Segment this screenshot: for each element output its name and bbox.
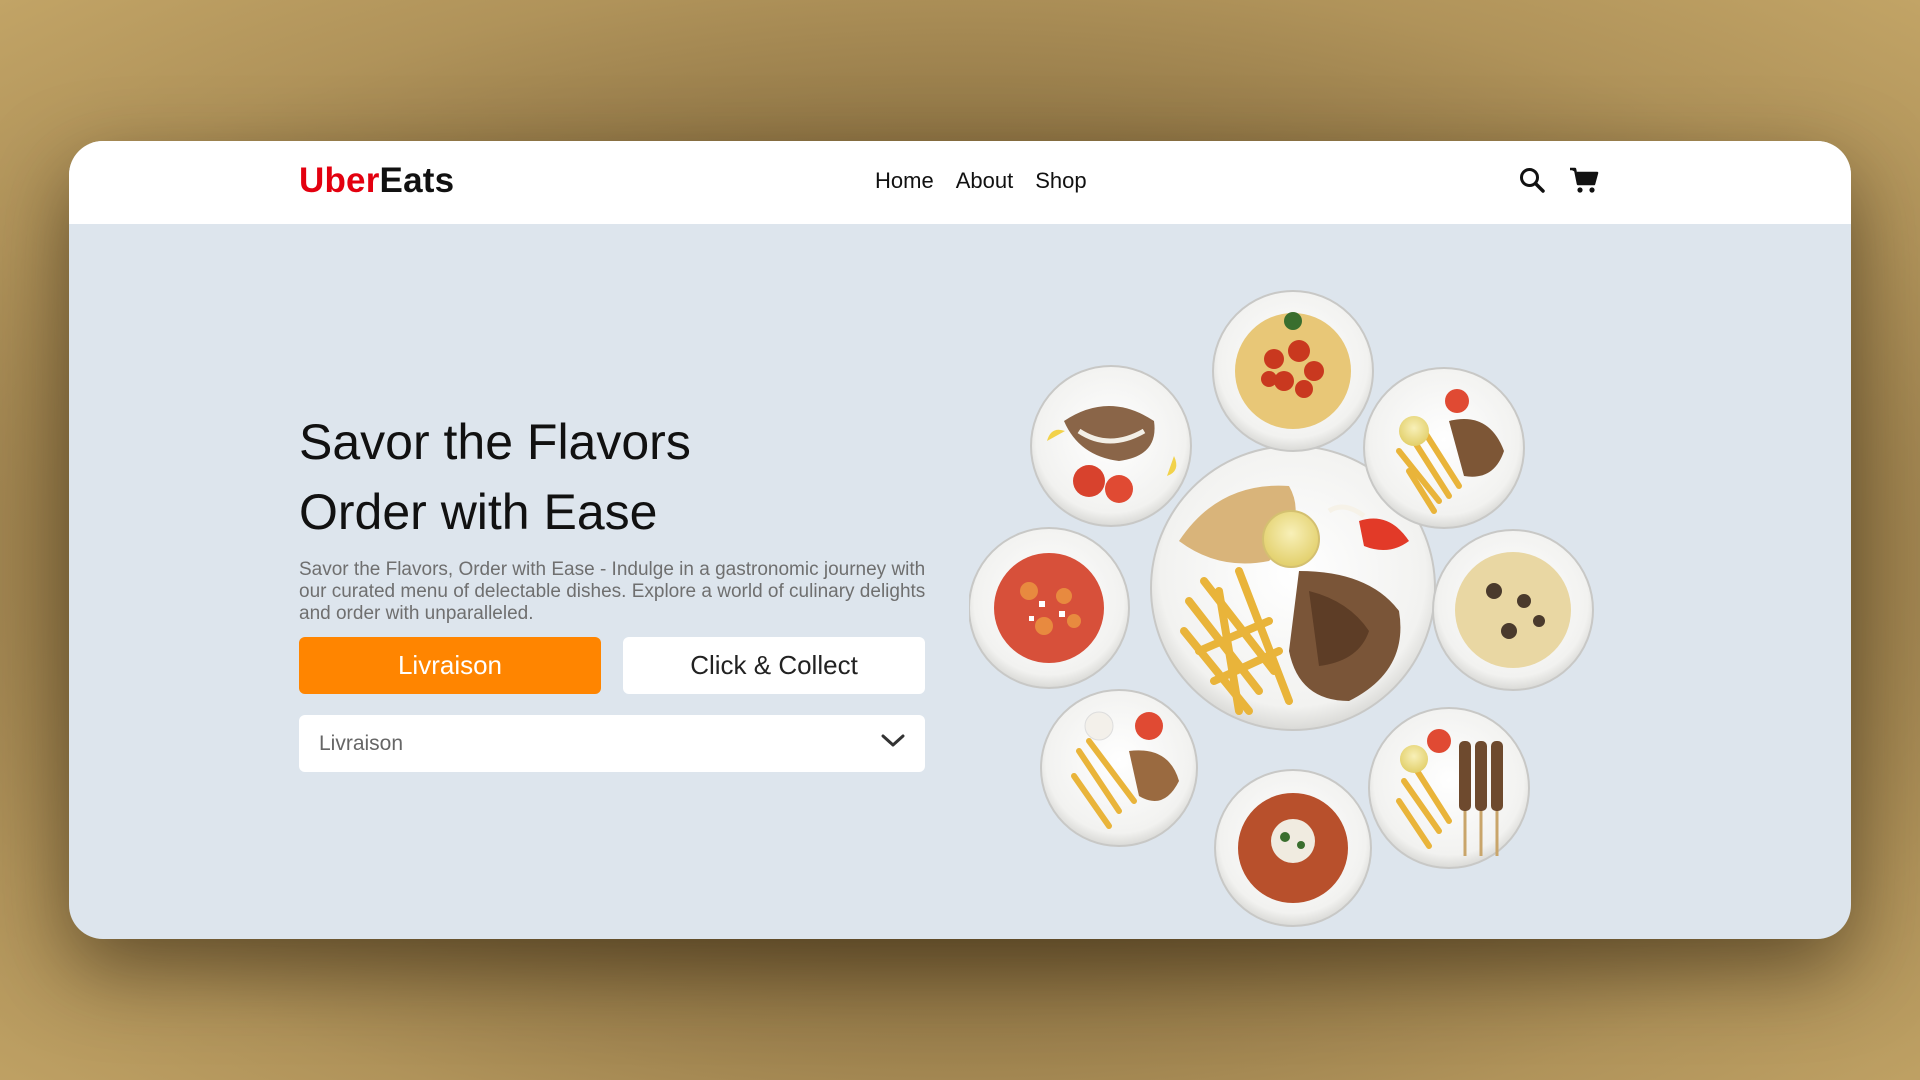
navbar: UberEats Home About Shop <box>69 141 1851 224</box>
spaghetti-plate-icon <box>1214 769 1372 927</box>
browser-window: UberEats Home About Shop Savor the Flavo… <box>69 141 1851 939</box>
logo-uber: Uber <box>299 161 380 200</box>
logo[interactable]: UberEats <box>299 161 454 201</box>
bolognese-plate-icon <box>969 527 1130 689</box>
cart-icon[interactable] <box>1569 165 1599 195</box>
chevron-down-icon <box>881 734 905 753</box>
logo-eats: Eats <box>379 161 455 200</box>
carbonara-plate-icon <box>1432 529 1594 691</box>
hero-title: Savor the Flavors Order with Ease <box>299 407 691 547</box>
nav-home[interactable]: Home <box>875 168 934 194</box>
food-plates-image <box>969 290 1594 927</box>
nav-about[interactable]: About <box>956 168 1014 194</box>
select-value: Livraison <box>319 731 404 755</box>
nav-icons <box>1517 165 1599 195</box>
click-collect-button[interactable]: Click & Collect <box>623 637 925 694</box>
search-icon[interactable] <box>1517 165 1547 195</box>
hero-title-line1: Savor the Flavors <box>299 414 691 470</box>
livraison-button[interactable]: Livraison <box>299 637 601 694</box>
nav-links: Home About Shop <box>875 168 1087 194</box>
hero-title-line2: Order with Ease <box>299 484 658 540</box>
pasta-plate-icon <box>1212 290 1374 452</box>
hero-description: Savor the Flavors, Order with Ease - Ind… <box>299 559 926 624</box>
skewers-plate-icon <box>1368 707 1530 869</box>
chicken-plate-icon <box>1040 689 1198 847</box>
delivery-mode-select[interactable]: Livraison <box>299 715 925 772</box>
chicken-fries-plate-icon <box>1363 367 1525 529</box>
nav-shop[interactable]: Shop <box>1035 168 1086 194</box>
kebab-plate-icon <box>1030 365 1192 527</box>
